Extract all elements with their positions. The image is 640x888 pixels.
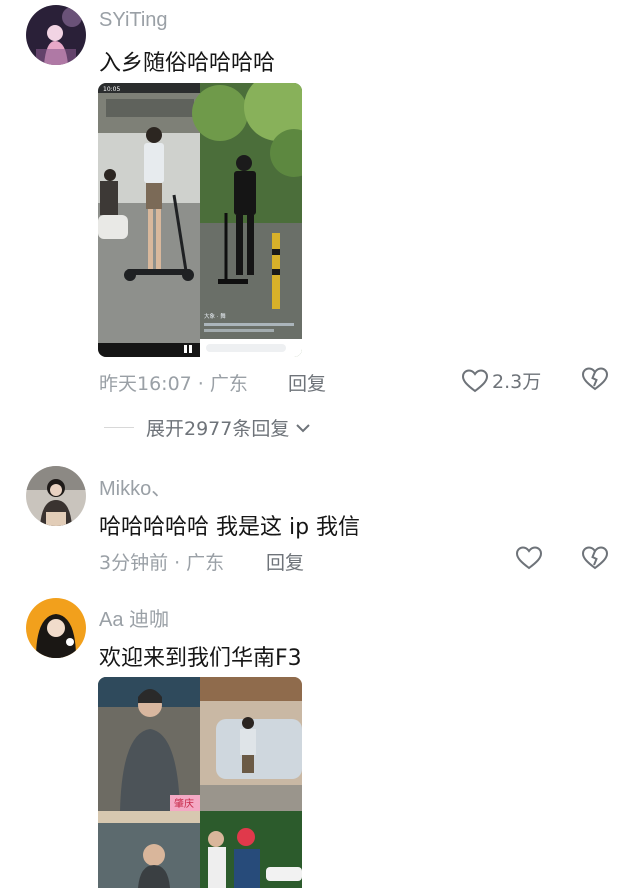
like-button[interactable]: 2.3万 (462, 367, 541, 394)
username[interactable]: Aa 迪咖 (99, 603, 169, 632)
comment-meta: 3分钟前 · 广东 (99, 552, 225, 574)
comment-text: 哈哈哈哈哈 我是这 ip 我信 (99, 515, 361, 540)
dislike-button[interactable] (582, 546, 610, 574)
broken-heart-icon (582, 546, 610, 570)
reply-button[interactable]: 回复 (266, 548, 304, 575)
avatar[interactable] (26, 5, 86, 65)
like-button[interactable] (516, 546, 542, 570)
expand-label: 展开2977条回复 (146, 418, 290, 440)
avatar[interactable] (26, 598, 86, 658)
comment-location: 广东 (186, 552, 225, 574)
comment-image[interactable]: 肇庆 (98, 677, 302, 888)
expand-replies-button[interactable]: 展开2977条回复 (104, 414, 311, 441)
video-overlay-text: 大象 · 舞 (204, 312, 226, 320)
divider (104, 427, 134, 428)
comment-meta: 昨天16:07 · 广东 (99, 373, 248, 395)
dislike-button[interactable] (582, 367, 610, 395)
sign-text: 肇庆 (174, 797, 194, 810)
comment-time: 3分钟前 (99, 552, 169, 574)
comment-text: 入乡随俗哈哈哈哈 (99, 51, 276, 76)
chevron-down-icon (295, 422, 311, 434)
broken-heart-icon (582, 367, 610, 391)
like-count: 2.3万 (492, 371, 542, 393)
reply-button[interactable]: 回复 (288, 369, 326, 396)
heart-icon (462, 368, 488, 393)
username[interactable]: Mikko、 (99, 472, 171, 501)
username[interactable]: SYiTing (99, 9, 168, 32)
comment-text: 欢迎来到我们华南F3 (99, 646, 302, 671)
comment-time: 昨天16:07 (99, 373, 192, 395)
heart-icon (516, 546, 542, 570)
status-time: 10:05 (103, 86, 120, 93)
comment-location: 广东 (209, 373, 248, 395)
comment-image[interactable]: 10:05 大象 · 舞 (98, 83, 302, 357)
avatar[interactable] (26, 466, 86, 526)
